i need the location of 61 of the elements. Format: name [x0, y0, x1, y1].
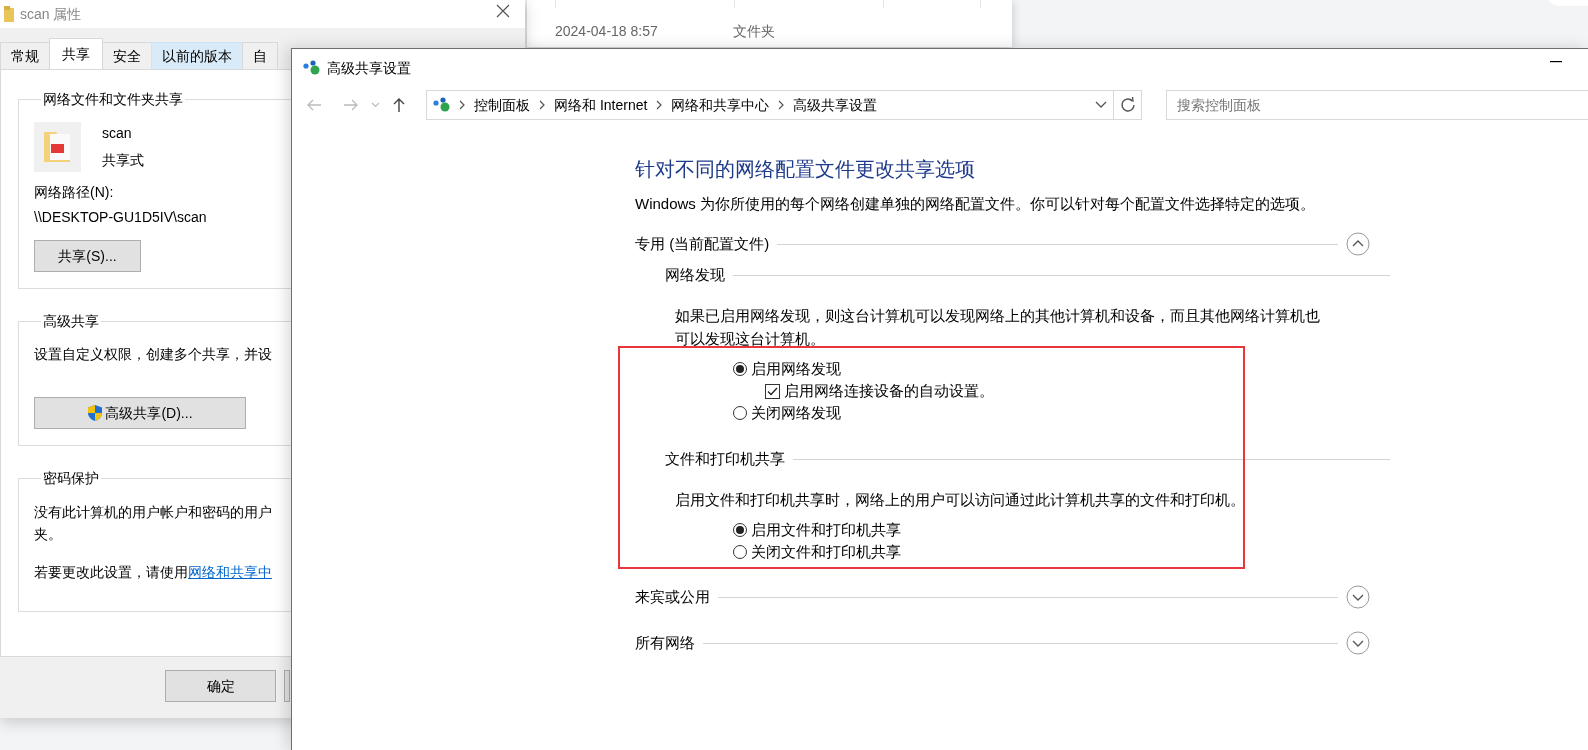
share-status: 共享式 [102, 151, 144, 170]
ok-button[interactable]: 确定 [165, 670, 276, 702]
tab[interactable]: 共享 [49, 38, 103, 69]
section-title: 来宾或公用 [635, 586, 710, 607]
share-button[interactable]: 共享(S)... [34, 240, 141, 272]
description-text: 启用文件和打印机共享时，网络上的用户可以访问通过此计算机共享的文件和打印机。 [675, 490, 1246, 510]
tab[interactable]: 以前的版本 [151, 42, 243, 69]
up-arrow-icon[interactable] [392, 97, 406, 113]
checkbox-label: 启用网络连接设备的自动设置。 [784, 380, 994, 401]
subsection-title: 网络发现 [665, 264, 725, 285]
address-bar[interactable]: 控制面板 网络和 Internet 网络和共享中心 高级共享设置 [426, 90, 1114, 120]
network-icon [433, 97, 451, 113]
network-path: \\DESKTOP-GU1D5IV\scan [34, 208, 208, 227]
window-title: scan 属性 [20, 4, 82, 24]
search-field[interactable]: 搜索控制面板 [1166, 90, 1588, 120]
expand-button[interactable] [1346, 631, 1370, 655]
chevron-icon [539, 100, 545, 110]
refresh-button[interactable] [1114, 90, 1142, 120]
description-text: 设置自定义权限，创建多个共享，并设 [34, 345, 273, 364]
group-title: 密码保护 [42, 471, 100, 485]
section-title: 专用 (当前配置文件) [635, 233, 770, 254]
folder-name: scan [102, 124, 133, 143]
page-heading: 针对不同的网络配置文件更改共享选项 [635, 157, 976, 182]
shield-icon [87, 404, 104, 422]
minimize-icon[interactable] [1550, 61, 1562, 63]
folder-icon [4, 6, 14, 22]
section-title: 所有网络 [635, 632, 695, 653]
description-line: 夹。 [34, 525, 63, 544]
advanced-sharing-button[interactable]: 高级共享(D)... [34, 397, 246, 429]
radio-label: 启用文件和打印机共享 [751, 519, 901, 540]
description-line: 没有此计算机的用户帐户和密码的用户 [34, 503, 273, 522]
chevron-icon [656, 100, 663, 110]
refresh-icon [1119, 97, 1136, 113]
group-title: 高级共享 [42, 314, 100, 328]
close-icon[interactable] [495, 3, 511, 19]
tab[interactable]: 自 [242, 42, 278, 69]
window-title: 高级共享设置 [327, 58, 411, 78]
type-cell-text: 文件夹 [733, 22, 775, 41]
radio-label: 关闭网络发现 [751, 402, 841, 423]
dropdown-icon[interactable] [1095, 101, 1107, 109]
tab[interactable]: 常规 [0, 42, 50, 69]
intro-text: Windows 为你所使用的每个网络创建单独的网络配置文件。你可以针对每个配置文件选择特定的选项。 [635, 194, 1317, 214]
radio-label: 关闭文件和打印机共享 [751, 541, 901, 562]
description-text: 如果已启用网络发现，则这台计算机可以发现网络上的其他计算机和设备，而且其他网络计算机也可以发现这台计算机。 [675, 306, 1321, 349]
chevron-icon [778, 100, 785, 110]
date-cell-text: 2024-04-18 8:57 [555, 22, 659, 41]
link[interactable]: 网络和共享中 [188, 564, 272, 580]
expand-button[interactable] [1346, 585, 1370, 609]
subsection-title: 文件和打印机共享 [665, 448, 785, 469]
chevron-icon [459, 100, 465, 110]
checkbox[interactable] [765, 383, 780, 399]
breadcrumb[interactable]: 控制面板 [474, 94, 530, 116]
radio-label: 启用网络发现 [751, 358, 841, 379]
pdf-folder-icon [34, 122, 81, 172]
path-label: 网络路径(N): [34, 183, 115, 202]
network-icon [303, 60, 321, 76]
group-title: 网络文件和文件夹共享 [42, 92, 184, 106]
breadcrumb[interactable]: 网络和共享中心 [671, 94, 770, 116]
breadcrumb[interactable]: 高级共享设置 [793, 94, 878, 116]
breadcrumb[interactable]: 网络和 Internet [554, 94, 648, 116]
collapse-button[interactable] [1346, 232, 1370, 256]
